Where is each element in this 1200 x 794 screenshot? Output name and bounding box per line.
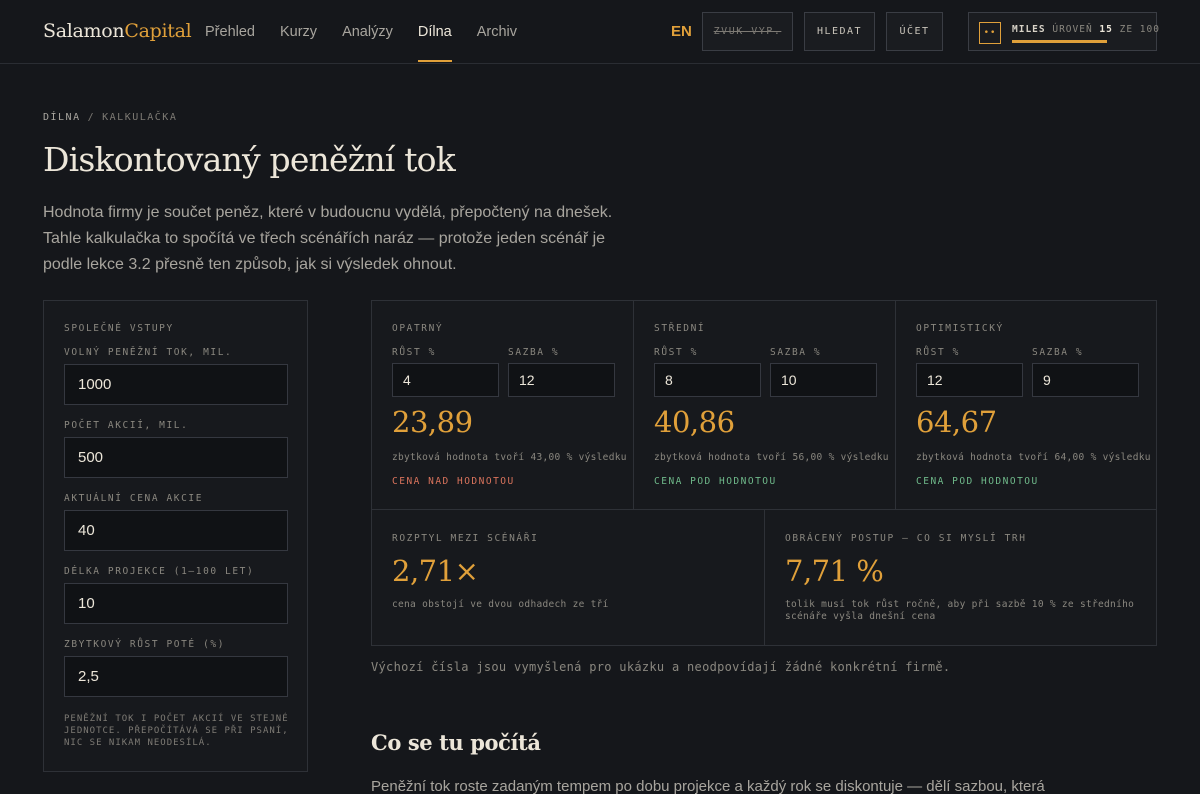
inputs-note: PENĚŽNÍ TOK I POČET AKCIÍ VE STEJNÉ JEDN…	[64, 714, 289, 748]
share-price-input[interactable]: 40	[64, 510, 288, 551]
account-button[interactable]: ÚČET	[886, 12, 943, 51]
spread-label: ROZPTYL MEZI SCÉNÁŘI	[392, 533, 539, 544]
spread-note: cena obstojí ve dvou odhadech ze tří	[392, 599, 609, 610]
account-button-label: ÚČET	[899, 26, 930, 37]
search-button[interactable]: HLEDAT	[804, 12, 875, 51]
reverse-dcf-label: OBRÁCENÝ POSTUP — CO SI MYSLÍ TRH	[785, 533, 1027, 544]
scenario-middle: STŘEDNÍ RŮST % SAZBA % 8 10 40,86 zbytko…	[633, 301, 895, 509]
main-nav: Přehled Kurzy Analýzy Dílna Archiv	[205, 0, 542, 64]
breadcrumb-current: KALKULAČKA	[102, 112, 178, 123]
growth-label: RŮST %	[654, 347, 698, 358]
miles-widget[interactable]: •• MILES ÚROVEŇ 15 ZE 100	[968, 12, 1160, 51]
scenario-verdict: CENA NAD HODNOTOU	[392, 476, 515, 487]
reverse-dcf-note: tolik musí tok růst ročně, aby při sazbě…	[785, 599, 1135, 622]
terminal-growth-label: ZBYTKOVÝ RŮST POTÉ (%)	[64, 639, 226, 650]
brand-logo[interactable]: SalamonCapital	[43, 20, 192, 42]
reverse-dcf-value: 7,71 %	[785, 554, 884, 588]
share-price-label: AKTUÁLNÍ CENA AKCIE	[64, 493, 204, 504]
search-button-label: HLEDAT	[816, 26, 863, 37]
scenario-name: OPTIMISTICKÝ	[916, 323, 1004, 334]
rate-label: SAZBA %	[508, 347, 560, 358]
scenario-cautious: OPATRNÝ RŮST % SAZBA % 4 12 23,89 zbytko…	[372, 301, 633, 509]
miles-label: MILES	[1012, 24, 1046, 35]
terminal-share-text: zbytková hodnota tvoří 43,00 % výsledku	[392, 452, 627, 463]
cash-flow-label: VOLNÝ PENĚŽNÍ TOK, MIL.	[64, 347, 233, 358]
growth-input[interactable]: 12	[916, 363, 1023, 397]
miles-progress-bar	[1012, 40, 1107, 43]
growth-label: RŮST %	[916, 347, 960, 358]
sound-toggle-button[interactable]: ZVUK VYP.	[702, 12, 793, 51]
scenario-verdict: CENA POD HODNOTOU	[654, 476, 777, 487]
projection-length-label: DÉLKA PROJEKCE (1–100 LET)	[64, 566, 255, 577]
sound-toggle-label: ZVUK VYP.	[713, 26, 782, 37]
scenario-verdict: CENA POD HODNOTOU	[916, 476, 1039, 487]
nav-item-analyzy[interactable]: Analýzy	[342, 0, 393, 64]
rate-input[interactable]: 12	[508, 363, 615, 397]
shared-inputs-panel: SPOLEČNÉ VSTUPY VOLNÝ PENĚŽNÍ TOK, MIL. …	[43, 300, 308, 772]
rate-label: SAZBA %	[1032, 347, 1084, 358]
rate-input[interactable]: 9	[1032, 363, 1139, 397]
logo-part-2: Capital	[124, 20, 192, 42]
projection-length-input[interactable]: 10	[64, 583, 288, 624]
terminal-share-text: zbytková hodnota tvoří 64,00 % výsledku	[916, 452, 1151, 463]
breadcrumb: DÍLNA / KALKULAČKA	[43, 112, 177, 123]
scenario-value: 64,67	[916, 405, 997, 439]
top-bar: SalamonCapital Přehled Kurzy Analýzy Díl…	[0, 0, 1200, 64]
page-lead: Hodnota firmy je součet peněz, které v b…	[43, 204, 613, 273]
scenario-name: OPATRNÝ	[392, 323, 444, 334]
reverse-dcf-card: OBRÁCENÝ POSTUP — CO SI MYSLÍ TRH 7,71 %…	[764, 510, 1156, 645]
cash-flow-input[interactable]: 1000	[64, 364, 288, 405]
miles-level-word: ÚROVEŇ	[1052, 24, 1093, 35]
scenario-value: 40,86	[654, 405, 735, 439]
nav-item-kurzy[interactable]: Kurzy	[280, 0, 317, 64]
breadcrumb-section[interactable]: DÍLNA	[43, 112, 81, 123]
shares-count-label: POČET AKCIÍ, MIL.	[64, 420, 189, 431]
miles-max: 100	[1139, 24, 1160, 35]
summary-row: ROZPTYL MEZI SCÉNÁŘI 2,71× cena obstojí …	[371, 510, 1157, 646]
growth-label: RŮST %	[392, 347, 436, 358]
terminal-growth-input[interactable]: 2,5	[64, 656, 288, 697]
nav-item-archiv[interactable]: Archiv	[477, 0, 517, 64]
disclaimer: Výchozí čísla jsou vymyšlená pro ukázku …	[371, 660, 951, 674]
miles-level-text: MILES ÚROVEŇ 15 ZE 100	[1012, 24, 1160, 35]
miles-badge-icon: ••	[979, 22, 1001, 44]
language-switch[interactable]: EN	[671, 23, 692, 40]
miles-of-word: ZE	[1119, 24, 1134, 35]
scenario-optimistic: OPTIMISTICKÝ RŮST % SAZBA % 12 9 64,67 z…	[895, 301, 1156, 509]
nav-item-dilna[interactable]: Dílna	[417, 0, 452, 64]
growth-input[interactable]: 4	[392, 363, 499, 397]
spread-value: 2,71×	[392, 554, 479, 588]
scenario-name: STŘEDNÍ	[654, 323, 706, 334]
logo-part-1: Salamon	[43, 20, 125, 42]
page-title: Diskontovaný peněžní tok	[43, 140, 456, 179]
section-heading: Co se tu počítá	[371, 730, 541, 755]
nav-item-prehled[interactable]: Přehled	[205, 0, 255, 64]
rate-input[interactable]: 10	[770, 363, 877, 397]
scenario-value: 23,89	[392, 405, 473, 439]
rate-label: SAZBA %	[770, 347, 822, 358]
shared-inputs-heading: SPOLEČNÉ VSTUPY	[64, 323, 174, 334]
shares-count-input[interactable]: 500	[64, 437, 288, 478]
growth-input[interactable]: 8	[654, 363, 761, 397]
breadcrumb-separator: /	[87, 112, 96, 123]
miles-level: 15	[1099, 24, 1113, 35]
terminal-share-text: zbytková hodnota tvoří 56,00 % výsledku	[654, 452, 889, 463]
spread-card: ROZPTYL MEZI SCÉNÁŘI 2,71× cena obstojí …	[372, 510, 764, 645]
miles-progress-fill	[1012, 40, 1107, 43]
section-body: Peněžní tok roste zadaným tempem po dobu…	[371, 778, 1045, 794]
scenarios-grid: OPATRNÝ RŮST % SAZBA % 4 12 23,89 zbytko…	[371, 300, 1157, 510]
